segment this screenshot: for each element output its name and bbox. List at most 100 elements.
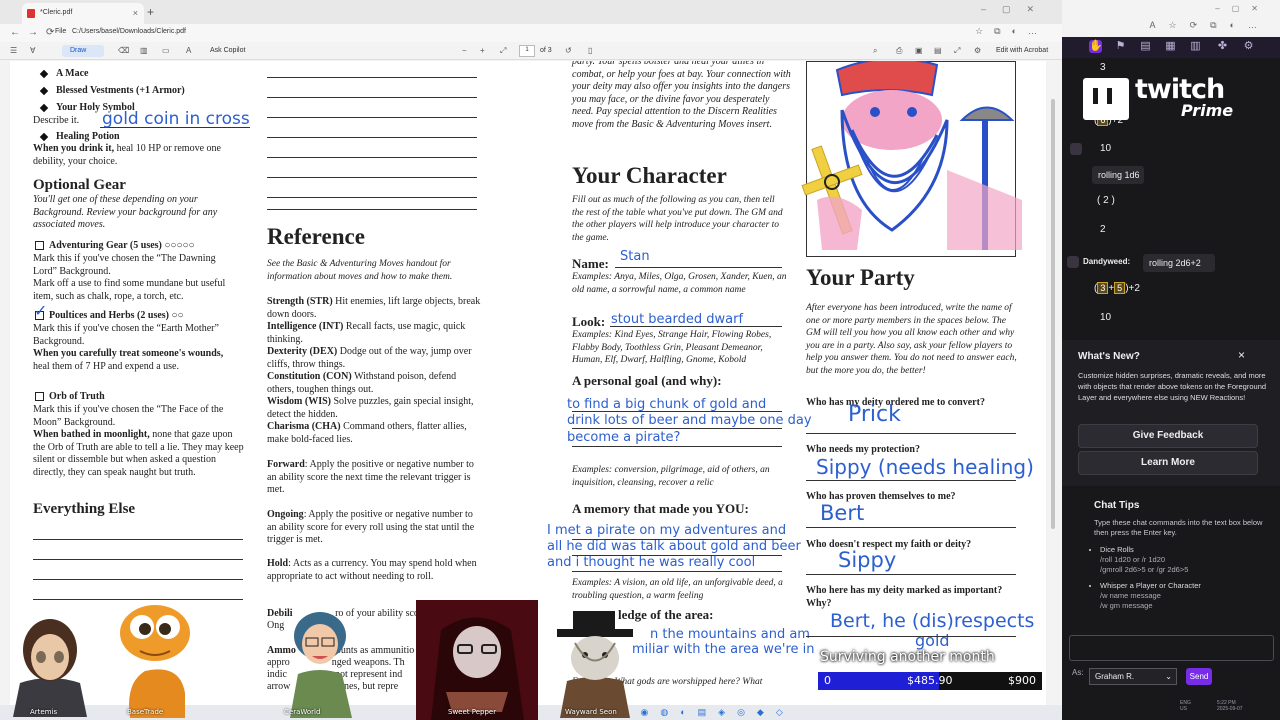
pdf-scrollbar[interactable] bbox=[1048, 61, 1058, 705]
knowledge-value-1[interactable]: n the mountains and am bbox=[650, 627, 810, 642]
party-answer-line bbox=[806, 480, 1016, 481]
compendium-tab-icon[interactable]: ▦ bbox=[1164, 40, 1177, 53]
describe-label: Describe it. bbox=[33, 115, 80, 126]
fullscreen-icon[interactable]: ⤢ bbox=[954, 46, 960, 56]
jukebox-tab-icon[interactable]: ✤ bbox=[1216, 40, 1229, 53]
goal-target: $900 bbox=[1008, 674, 1036, 687]
look-value[interactable]: stout bearded dwarf bbox=[611, 312, 743, 327]
settings-tab-icon[interactable]: ⚙ bbox=[1242, 40, 1255, 53]
bullet-icon bbox=[39, 69, 49, 79]
sidebar-toolbar-icons[interactable]: A☆⟳⧉◐… bbox=[1150, 20, 1270, 31]
party-answer-5[interactable]: Bert, he (dis)respects bbox=[830, 610, 1034, 632]
knowledge-value-2[interactable]: miliar with the area we're in bbox=[632, 642, 815, 657]
learn-more-button[interactable]: Learn More bbox=[1078, 451, 1258, 475]
pdf-toolbar: ☰ ∀ Draw ⌫ ▥ ▭ A Ask Copilot − + ⤢ 1 of … bbox=[0, 43, 1062, 60]
stat-charisma: Charisma (CHA) Command others, flatter a… bbox=[267, 421, 467, 445]
page-view-icon[interactable]: ▯ bbox=[588, 46, 592, 55]
goal-label: A personal goal (and why): bbox=[572, 373, 722, 388]
rotate-icon[interactable]: ↺ bbox=[565, 46, 572, 55]
chat-tips: Chat Tips Type these chat commands into … bbox=[1062, 490, 1280, 630]
notes-line bbox=[267, 137, 477, 138]
new-tab-icon[interactable]: + bbox=[147, 5, 154, 19]
system-tray: ENG US bbox=[1180, 700, 1191, 712]
journal-tab-icon[interactable]: ▤ bbox=[1139, 40, 1152, 53]
url-field[interactable]: C:/Users/basel/Downloads/Cleric.pdf bbox=[72, 28, 186, 35]
goal-title: Surviving another month bbox=[820, 649, 995, 665]
orb-checkbox[interactable] bbox=[35, 392, 44, 401]
read-aloud-icon[interactable]: A bbox=[186, 46, 191, 55]
goal-bar: 0 $485.90 $900 bbox=[818, 672, 1042, 690]
goal-current: $485.90 bbox=[907, 674, 953, 687]
art-tab-icon[interactable]: ⚑ bbox=[1114, 40, 1127, 53]
close-tab-icon[interactable]: × bbox=[133, 8, 138, 18]
name-examples: Examples: Anya, Miles, Olga, Grosen, Xan… bbox=[572, 272, 787, 295]
name-value[interactable]: Stan bbox=[620, 249, 650, 264]
zoom-out-icon[interactable]: − bbox=[462, 46, 467, 55]
ask-copilot-button[interactable]: Ask Copilot bbox=[210, 47, 245, 54]
notes-line bbox=[267, 197, 477, 198]
save-icon[interactable]: ▣ bbox=[915, 46, 923, 55]
goal-value-3[interactable]: become a pirate? bbox=[567, 430, 680, 445]
notes-line bbox=[267, 117, 477, 118]
healing-potion-text: When you drink it, heal 10 HP or remove … bbox=[33, 143, 221, 167]
highlight-icon[interactable]: ∀ bbox=[30, 46, 35, 55]
settings-icon[interactable]: ⚙ bbox=[974, 46, 981, 55]
text-icon[interactable]: ▭ bbox=[162, 46, 170, 55]
goal-line bbox=[572, 428, 782, 429]
fit-icon[interactable]: ⤢ bbox=[500, 46, 506, 56]
address-bar: ←→⟳ File C:/Users/basel/Downloads/Cleric… bbox=[0, 24, 1062, 42]
taskbar-app-icons[interactable]: ▣◉◍◐▤◈◎◆◇ bbox=[620, 707, 795, 718]
character-name: BaseTrade bbox=[127, 708, 164, 716]
your-party-heading: Your Party bbox=[806, 265, 915, 290]
look-label: Look: bbox=[572, 314, 606, 329]
party-answer-3[interactable]: Bert bbox=[820, 501, 864, 525]
speaking-as-select[interactable]: Graham R. ⌄ bbox=[1089, 668, 1177, 685]
party-answer-1[interactable]: Prick bbox=[848, 402, 901, 427]
page-total: of 3 bbox=[540, 47, 552, 54]
page-number-input[interactable]: 1 bbox=[519, 45, 535, 57]
close-icon[interactable]: × bbox=[1238, 348, 1245, 362]
memory-value-1[interactable]: I met a pirate on my adventures and bbox=[547, 523, 786, 538]
goal-value-2[interactable]: drink lots of beer and maybe one day bbox=[567, 413, 812, 428]
poultices-effect: When you carefully treat someone's wound… bbox=[33, 348, 224, 372]
give-feedback-button[interactable]: Give Feedback bbox=[1078, 424, 1258, 448]
orb-effect: When bathed in moonlight, none that gaze… bbox=[33, 429, 244, 478]
scrollbar-thumb[interactable] bbox=[1051, 99, 1055, 529]
eraser-icon[interactable]: ⌫ bbox=[118, 46, 129, 55]
party-answer-4[interactable]: Sippy bbox=[838, 548, 896, 572]
optional-gear-desc: You'll get one of these depending on you… bbox=[33, 194, 218, 230]
party-answer-2[interactable]: Sippy (needs healing) bbox=[816, 455, 1034, 479]
draw-button[interactable]: Draw bbox=[62, 45, 104, 57]
goal-line bbox=[572, 446, 782, 447]
avatar bbox=[1067, 256, 1079, 268]
chat-input[interactable] bbox=[1069, 635, 1274, 661]
goal-line bbox=[572, 411, 782, 412]
party-answer-line bbox=[806, 433, 1016, 434]
your-character-desc: Fill out as much of the following as you… bbox=[572, 195, 783, 243]
chat-roll-result: 10 bbox=[1100, 143, 1112, 154]
poultices-title: Poultices and Herbs (2 uses) ○○ bbox=[49, 310, 184, 321]
name-line bbox=[615, 267, 782, 268]
your-party-desc: After everyone has been introduced, writ… bbox=[806, 303, 1017, 376]
save-as-icon[interactable]: ▤ bbox=[934, 46, 942, 55]
toolbar-icons[interactable]: ☆⧉◐… bbox=[975, 26, 1048, 37]
memory-value-2[interactable]: all he did was talk about gold and beer bbox=[547, 539, 801, 554]
menu-icon[interactable]: ☰ bbox=[10, 46, 17, 55]
sidebar-window-controls[interactable]: –▢✕ bbox=[1215, 4, 1270, 13]
goal-value-1[interactable]: to find a big chunk of gold and bbox=[567, 397, 766, 412]
notes-line bbox=[267, 177, 477, 178]
chat-tab-icon[interactable]: ✋ bbox=[1089, 40, 1103, 53]
send-button[interactable]: Send bbox=[1186, 668, 1212, 685]
window-controls[interactable]: –▢✕ bbox=[981, 4, 1050, 15]
memory-value-3[interactable]: and i thought he was really cool bbox=[547, 555, 755, 570]
collection-tab-icon[interactable]: ▥ bbox=[1189, 40, 1202, 53]
zoom-in-icon[interactable]: + bbox=[480, 46, 485, 55]
adventuring-gear-checkbox[interactable] bbox=[35, 241, 44, 250]
tab-cleric-pdf[interactable]: *Cleric.pdf × bbox=[22, 3, 144, 24]
search-icon[interactable]: ⌕ bbox=[873, 46, 877, 56]
print-icon[interactable]: ⎙ bbox=[896, 46, 902, 56]
edit-with-acrobat-button[interactable]: Edit with Acrobat bbox=[996, 47, 1048, 54]
view-icon[interactable]: ▥ bbox=[140, 46, 148, 55]
character-avatar-basetrade: BaseTrade bbox=[110, 603, 200, 720]
optional-gear-heading: Optional Gear bbox=[33, 177, 126, 193]
